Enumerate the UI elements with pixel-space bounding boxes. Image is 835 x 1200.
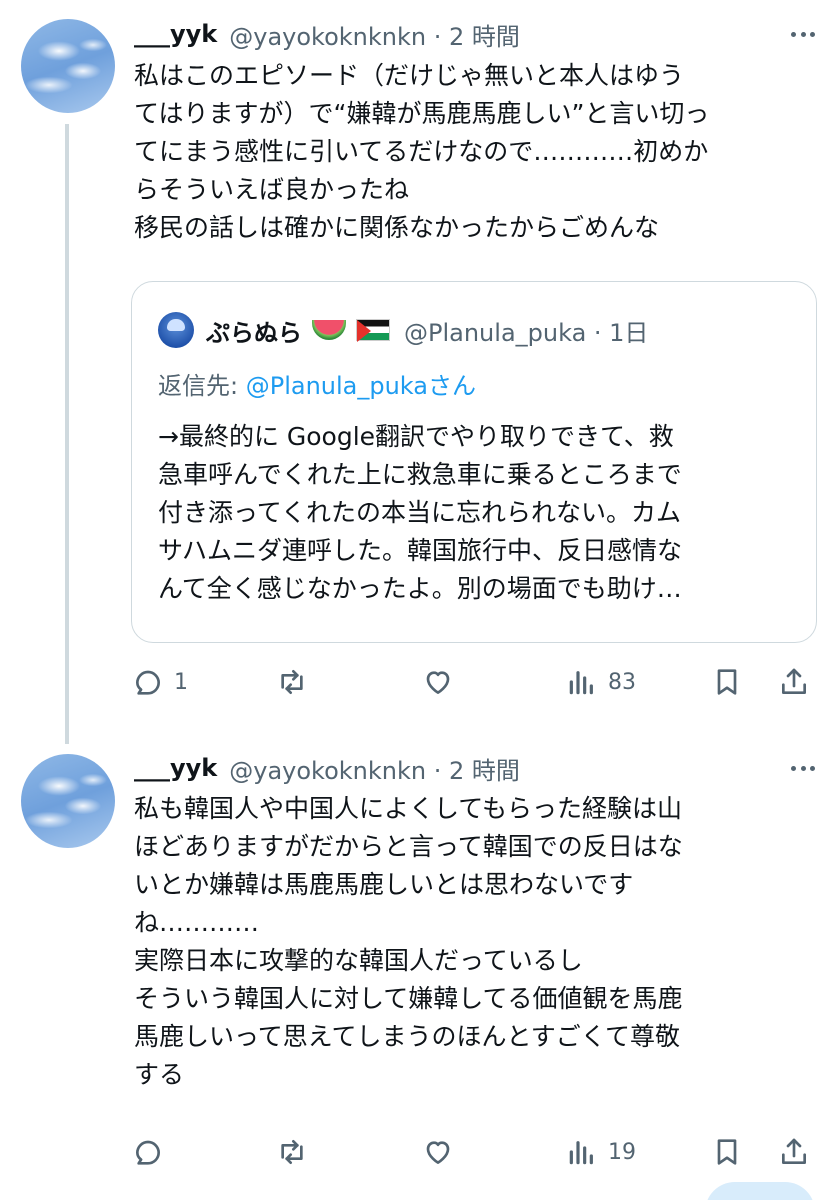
share-icon — [782, 1138, 806, 1164]
tweet-text: 私はこのエピソード（だけじゃ無いと本人はゆう てはりますが）で“嫌韓が馬鹿馬鹿し… — [134, 57, 814, 247]
heart-icon — [426, 1141, 450, 1164]
reply-to-label: 返信先: @Planula_pukaさん — [158, 366, 476, 401]
quoted-tweet-header: ぷらぬら @Planula_puka · 1日 — [158, 312, 648, 348]
bookmark-button[interactable] — [711, 662, 743, 702]
tweet-text-line: 移民の話しは確かに関係なかったからごめんな — [134, 213, 660, 242]
tweet-text-line: てはりますが）で“嫌韓が馬鹿馬鹿しい”と言い切っ — [134, 99, 710, 128]
view-count: 19 — [608, 1139, 636, 1165]
quoted-text-line: 付き添ってくれたの本当に忘れられない。カム — [158, 498, 682, 527]
bookmark-button[interactable] — [711, 1132, 743, 1172]
more-icon[interactable] — [788, 753, 818, 783]
like-button[interactable] — [422, 1132, 454, 1172]
display-name[interactable]: ___yyk — [134, 20, 217, 48]
watermelon-emoji-icon — [312, 320, 346, 340]
reply-icon — [136, 670, 160, 695]
action-bar: 1 83 — [0, 662, 835, 702]
tweet-text: 私も韓国人や中国人によくしてもらった経験は山 ほどありますがだからと言って韓国で… — [134, 790, 814, 1094]
reply-to-suffix: さん — [428, 372, 476, 400]
quoted-avatar[interactable] — [158, 312, 194, 348]
repost-button[interactable] — [276, 662, 308, 702]
views-button[interactable]: 83 — [566, 662, 636, 702]
views-button[interactable]: 19 — [566, 1132, 636, 1172]
handle-and-time[interactable]: @yayokoknknkn · 2 時間 — [229, 751, 520, 786]
repost-icon — [281, 1140, 303, 1164]
tweet[interactable]: ___yyk @yayokoknknkn · 2 時間 私はこのエピソード（だけ… — [0, 0, 835, 744]
tweet-text-line: 私はこのエピソード（だけじゃ無いと本人はゆう — [134, 61, 685, 90]
quoted-display-name: ぷらぬら — [206, 318, 302, 347]
bookmark-icon — [717, 669, 737, 695]
reply-button[interactable]: 1 — [132, 662, 188, 702]
quoted-text-line: 急車呼んでくれた上に救急車に乗るところまで — [158, 460, 682, 489]
repost-button[interactable] — [276, 1132, 308, 1172]
views-icon — [569, 1141, 593, 1165]
tweet-text-line: 実際日本に攻撃的な韓国人だっているし — [134, 946, 583, 975]
reply-to-link[interactable]: @Planula_puka — [246, 372, 428, 400]
palestine-flag-icon — [356, 319, 390, 342]
tweet-text-line: てにまう感性に引いてるだけなので…………初めか — [134, 137, 709, 166]
tweet-text-line: 私も韓国人や中国人によくしてもらった経験は山 — [134, 794, 683, 823]
tweet-text-line: いとか嫌韓は馬鹿馬鹿しいとは思わないです — [134, 870, 634, 899]
quoted-tweet[interactable]: ぷらぬら @Planula_puka · 1日 返信先: @Planula_pu… — [131, 281, 817, 643]
avatar[interactable] — [21, 19, 115, 113]
quoted-text-line: サハムニダ連呼した。韓国旅行中、反日感情な — [158, 536, 683, 565]
more-icon[interactable] — [788, 19, 818, 49]
quoted-handle-and-time: @Planula_puka · 1日 — [404, 318, 649, 347]
view-count: 83 — [608, 669, 636, 695]
reply-to-prefix: 返信先: — [158, 372, 246, 400]
avatar[interactable] — [21, 754, 115, 848]
tweet-text-line: する — [134, 1060, 185, 1089]
reply-icon — [136, 1140, 160, 1165]
tweet-header: ___yyk @yayokoknknkn · 2 時間 — [134, 16, 520, 52]
reply-count: 1 — [174, 669, 188, 695]
tweet-text-line: そういう韓国人に対して嫌韓してる価値観を馬鹿 — [134, 984, 683, 1013]
tweet-header: ___yyk @yayokoknknkn · 2 時間 — [134, 750, 520, 786]
floating-compose-button[interactable] — [705, 1182, 815, 1200]
thread-connector-line — [65, 124, 69, 744]
share-button[interactable] — [778, 662, 810, 702]
tweet-text-line: ね………… — [134, 908, 260, 937]
quoted-tweet-text: →最終的に Google翻訳でやり取りできて、救 急車呼んでくれた上に救急車に乗… — [158, 418, 798, 608]
heart-icon — [426, 671, 450, 694]
views-icon — [569, 671, 593, 695]
display-name[interactable]: ___yyk — [134, 754, 217, 782]
share-icon — [782, 668, 806, 694]
reply-button[interactable] — [132, 1132, 174, 1172]
tweet-text-line: らそういえば良かったね — [134, 175, 410, 204]
handle-and-time[interactable]: @yayokoknknkn · 2 時間 — [229, 17, 520, 52]
quoted-text-line: んて全く感じなかったよ。別の場面でも助け… — [158, 574, 682, 603]
share-button[interactable] — [778, 1132, 810, 1172]
tweet[interactable]: ___yyk @yayokoknknkn · 2 時間 私も韓国人や中国人によく… — [0, 740, 835, 1200]
like-button[interactable] — [422, 662, 454, 702]
tweet-text-line: 馬鹿しいって思えてしまうのほんとすごくて尊敬 — [134, 1022, 681, 1051]
quoted-text-line: →最終的に Google翻訳でやり取りできて、救 — [158, 422, 674, 451]
tweet-text-line: ほどありますがだからと言って韓国での反日はな — [134, 832, 683, 861]
action-bar: 19 — [0, 1132, 835, 1172]
bookmark-icon — [717, 1139, 737, 1165]
repost-icon — [281, 670, 303, 694]
